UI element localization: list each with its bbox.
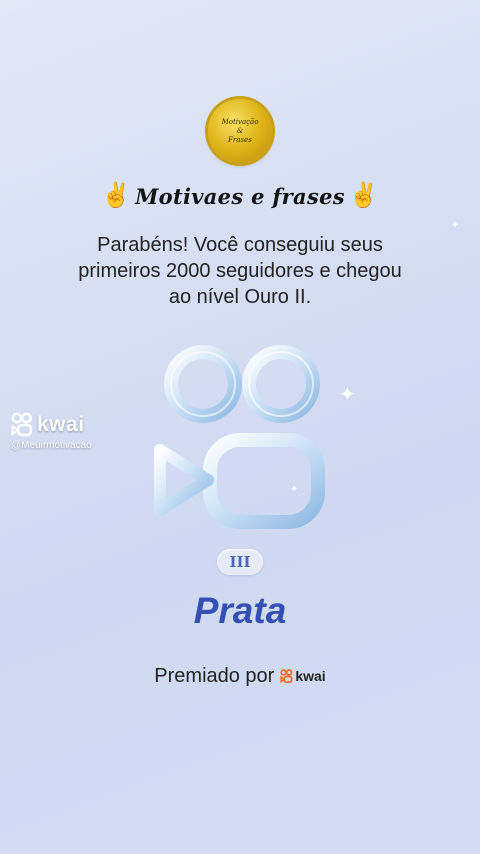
tier-name: Prata [193, 590, 287, 631]
watermark-brand: kwai [37, 413, 85, 436]
kwai-tier-logo-icon [154, 345, 325, 529]
watermark-handle: @Meuirmotivacao [11, 440, 92, 451]
channel-name: Motivaes e frases [135, 183, 345, 209]
victory-hand-icon: ✌️ [101, 182, 132, 209]
tier-level-badge: III [217, 549, 263, 575]
message-line-2: primeiros 2000 seguidores e chegou [78, 260, 402, 282]
kwai-logo-icon [11, 412, 33, 437]
sparkle-icon: ✦ [451, 220, 460, 231]
congratulation-message: Parabéns! Você conseguiu seus primeiros … [40, 232, 440, 310]
awarded-brand: kwai [280, 668, 326, 684]
badge-line-1: Motivação [221, 117, 259, 126]
awarded-brand-label: kwai [295, 668, 326, 684]
awarded-by-row: Premiado por kwai [0, 662, 480, 690]
kwai-logo-icon [280, 668, 293, 683]
message-line-3: ao nível Ouro II. [168, 286, 312, 308]
badge-line-2: & [236, 126, 244, 135]
victory-hand-icon: ✌️ [348, 182, 379, 209]
channel-title-row: ✌️ Motivaes e frases ✌️ [0, 178, 480, 214]
awarded-label: Premiado por [154, 664, 275, 687]
badge-line-3: Frases [228, 135, 252, 144]
channel-avatar-badge: Motivação & Frases [208, 99, 272, 163]
kwai-watermark: kwai @Meuirmotivacao [11, 412, 92, 451]
sparkle-icon: ✦ [339, 384, 356, 406]
message-line-1: Parabéns! Você conseguiu seus [97, 234, 383, 256]
